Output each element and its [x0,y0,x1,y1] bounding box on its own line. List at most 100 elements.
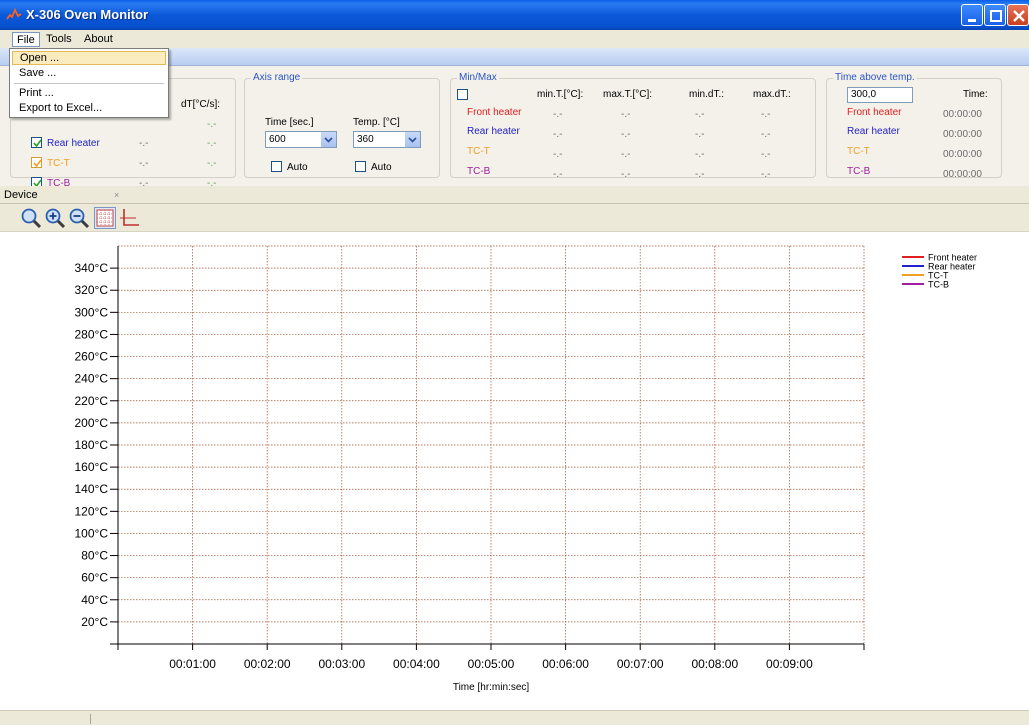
time-sec-label: Time [sec.] [265,117,314,128]
time-above-rear-heater-label: Rear heater [847,126,900,137]
threshold-temp-input[interactable]: 300,0 [847,87,913,103]
time-range-select[interactable]: 600 [265,131,337,148]
minmax-rear-heater-label: Rear heater [467,126,520,137]
menu-file[interactable]: File [12,32,40,47]
tc-t-value: -.- [139,158,149,169]
grid-toggle-button[interactable] [94,207,116,229]
minimize-icon [968,19,976,22]
x-axis-label: Time [hr:min:sec] [453,682,530,693]
temp-auto-checkbox[interactable] [355,161,366,172]
minmax-value: -.- [553,109,563,120]
tc-t-checkbox[interactable] [31,157,42,168]
legend-label: TC-B [928,280,949,290]
maximize-button[interactable] [984,4,1006,26]
menu-item-print[interactable]: Print ... [12,86,166,100]
zoom-in-icon [45,208,66,229]
minmax-value: -.- [761,149,771,160]
x-tick-label: 00:02:00 [244,657,291,671]
checkmark-icon [33,159,42,168]
rear-heater-value: -.- [139,138,149,149]
minmax-value: -.- [695,109,705,120]
menu-item-export-excel[interactable]: Export to Excel... [12,101,166,115]
time-above-value: 00:00:00 [943,149,982,160]
chevron-down-icon[interactable] [321,132,336,147]
y-tick-label: 240°C [75,372,109,386]
menu-item-open[interactable]: Open ... [12,51,166,65]
minmax-front-heater-label: Front heater [467,107,522,118]
menu-bar: File Tools About [0,30,1029,48]
minmax-checkbox[interactable] [457,89,468,100]
minimize-button[interactable] [961,4,983,26]
time-above-tc-t-label: TC-T [847,146,870,157]
minmax-value: -.- [761,109,771,120]
minmax-value: -.- [621,169,631,180]
minmax-header-min-dt: min.dT.: [689,89,725,100]
minmax-tc-b-label: TC-B [467,166,491,177]
temp-auto-label: Auto [371,162,392,173]
time-auto-checkbox[interactable] [271,161,282,172]
axis-range-legend: Axis range [251,72,303,83]
tab-device[interactable]: Device × [4,188,128,204]
tc-t-label: TC-T [47,158,70,169]
y-tick-label: 140°C [75,482,109,496]
temp-range-value: 360 [357,134,374,145]
maximize-icon [990,10,1002,22]
hidden-dt-value: -.- [207,119,217,130]
minmax-header-min-t: min.T.[°C]: [537,89,584,100]
axes-toggle-button[interactable] [118,207,140,229]
minmax-value: -.- [761,169,771,180]
rear-heater-label: Rear heater [47,138,100,149]
x-tick-label: 00:06:00 [542,657,589,671]
x-tick-label: 00:01:00 [169,657,216,671]
tab-device-label: Device [4,189,38,201]
y-tick-label: 300°C [75,305,109,319]
close-button[interactable] [1007,4,1029,26]
minmax-value: -.- [553,129,563,140]
y-tick-label: 100°C [75,526,109,540]
minmax-value: -.- [553,149,563,160]
status-separator [90,714,91,724]
file-dropdown-menu: Open ... Save ... Print ... Export to Ex… [9,48,169,118]
rear-heater-checkbox[interactable] [31,137,42,148]
y-tick-label: 120°C [75,504,109,518]
y-tick-label: 260°C [75,350,109,364]
window-title: X-306 Oven Monitor [26,7,149,22]
time-above-legend: Time above temp. [833,72,917,83]
x-tick-label: 00:03:00 [318,657,365,671]
minmax-group: Min/Max min.T.[°C]: max.T.[°C]: min.dT.:… [450,72,816,180]
temperature-chart[interactable]: 20°C 40°C 60°C 80°C 100°C 120°C 140°C 160°C 180°… [0,232,1029,710]
chevron-down-icon[interactable] [405,132,420,147]
menu-about[interactable]: About [80,32,117,47]
tc-t-dt: -.- [207,158,217,169]
x-tick-label: 00:05:00 [468,657,515,671]
zoom-out-button[interactable] [68,207,90,229]
menu-separator [14,83,164,84]
minmax-value: -.- [695,149,705,160]
minmax-value: -.- [695,169,705,180]
temp-range-select[interactable]: 360 [353,131,421,148]
zoom-in-button[interactable] [44,207,66,229]
y-tick-label: 220°C [75,394,109,408]
menu-item-save[interactable]: Save ... [12,66,166,80]
tab-close-icon[interactable]: × [114,188,119,202]
chart-canvas: 20°C 40°C 60°C 80°C 100°C 120°C 140°C 160°C 180°… [75,245,977,693]
minmax-value: -.- [695,129,705,140]
chart-toolbar [0,204,1029,232]
time-above-tc-b-label: TC-B [847,166,871,177]
time-above-value: 00:00:00 [943,129,982,140]
y-tick-label: 60°C [81,571,108,585]
zoom-out-icon [69,208,90,229]
minmax-value: -.- [553,169,563,180]
x-tick-label: 00:08:00 [691,657,738,671]
y-tick-label: 180°C [75,438,109,452]
document-tab-bar: Device × [0,186,1029,204]
zoom-fit-button[interactable] [20,207,42,229]
close-icon [1013,10,1025,22]
time-above-value: 00:00:00 [943,169,982,180]
checkmark-icon [33,139,42,148]
rear-heater-dt: -.- [207,138,217,149]
status-bar [0,710,1029,725]
x-tick-label: 00:09:00 [766,657,813,671]
menu-tools[interactable]: Tools [42,32,76,47]
minmax-header-max-t: max.T.[°C]: [603,89,653,100]
